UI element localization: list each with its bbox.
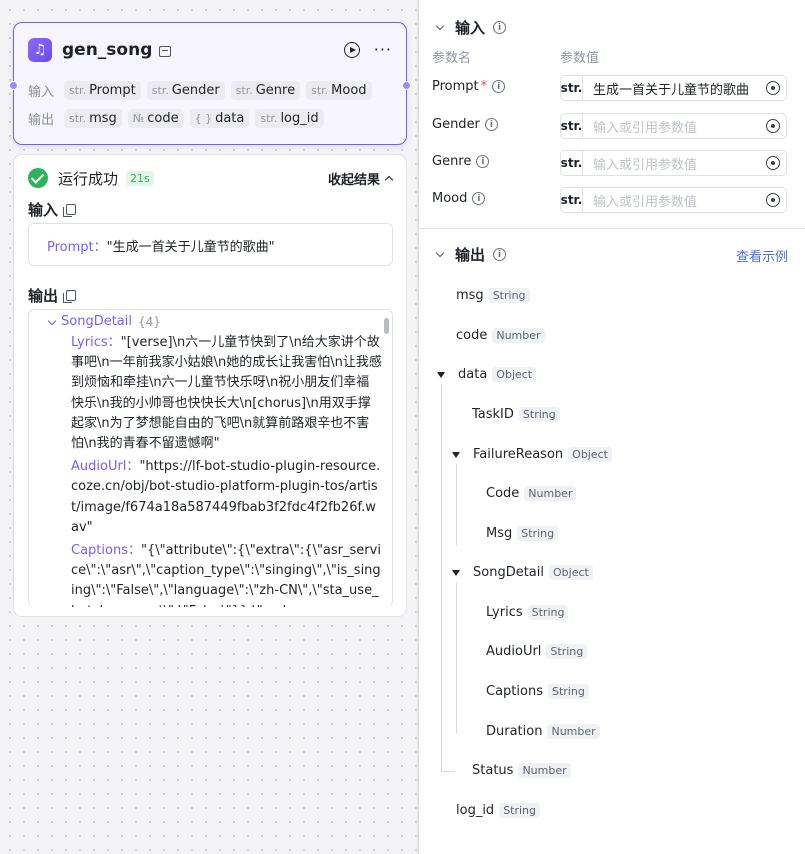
type-selector[interactable]: str.: [561, 76, 583, 100]
reference-variable-icon[interactable]: [766, 156, 780, 170]
json-item-audiourl: AudioUrl："https://lf-bot-studio-plugin-r…: [71, 459, 381, 535]
run-status-text: 运行成功: [58, 169, 119, 188]
node-header: ♫ gen_song ···: [28, 37, 392, 63]
param-label-genre: Genre i: [432, 154, 490, 169]
param-placeholder[interactable]: 输入或引用参数值: [583, 154, 766, 173]
output-chip-msg: str. msg: [64, 109, 122, 128]
col-header-name: 参数名: [432, 51, 472, 66]
info-icon[interactable]: i: [472, 192, 486, 205]
reference-variable-icon[interactable]: [766, 119, 780, 133]
output-scrollbar[interactable]: [384, 318, 389, 334]
output-item-audiourl: AudioUrl String: [486, 644, 588, 659]
node-title: gen_song: [62, 40, 153, 60]
result-output-title: 输出: [28, 285, 77, 306]
info-icon[interactable]: i: [493, 21, 507, 34]
collapse-result-button[interactable]: 收起结果: [328, 169, 394, 188]
caret-down-icon[interactable]: [452, 451, 460, 458]
result-input-title: 输入: [28, 199, 77, 220]
output-item-data[interactable]: data Object: [437, 367, 537, 382]
node-inputs-row: 输入 str. Prompt str. Gender str. Genre str. M…: [28, 81, 372, 100]
chevron-down-icon[interactable]: [435, 21, 445, 30]
output-chip-code: № code: [127, 109, 184, 128]
caret-down-icon[interactable]: [452, 569, 460, 576]
copy-input-icon[interactable]: [63, 204, 77, 217]
node-config-panel: 输入 i 参数名 参数值 Prompt * i str. 生成一首关于儿童节的歌曲…: [418, 0, 805, 854]
output-port[interactable]: [402, 81, 411, 90]
param-input-mood[interactable]: str. 输入或引用参数值: [560, 187, 787, 213]
output-item-status: Status Number: [472, 763, 571, 778]
json-item-lyrics: Lyrics："[verse]\n六一儿童节快到了\n给大家讲个故事吧\n一年前…: [71, 335, 382, 452]
result-output-box[interactable]: SongDetail {4} Lyrics："[verse]\n六一儿童节快到了…: [28, 309, 393, 607]
info-icon[interactable]: i: [484, 118, 498, 131]
input-chip-prompt: str. Prompt: [64, 81, 141, 100]
json-tree: SongDetail {4} Lyrics："[verse]\n六一儿童节快到了…: [29, 310, 382, 607]
output-item-msg: msg String: [456, 288, 530, 303]
output-item-duration: Duration Number: [486, 724, 600, 739]
info-icon[interactable]: i: [492, 80, 506, 93]
input-chip-mood: str. Mood: [306, 81, 372, 100]
tree-line: [456, 464, 457, 545]
param-label-gender: Gender i: [432, 117, 498, 132]
info-icon[interactable]: i: [493, 248, 507, 261]
reference-variable-icon[interactable]: [766, 81, 780, 95]
info-icon[interactable]: i: [476, 155, 490, 168]
type-selector[interactable]: str.: [561, 188, 583, 212]
plugin-badge-icon: [159, 45, 172, 57]
section-divider: [419, 228, 805, 229]
more-options-button[interactable]: ···: [374, 42, 392, 58]
output-item-log-id: log_id String: [456, 803, 541, 818]
inputs-label: 输入: [28, 85, 55, 100]
output-item-captions: Captions String: [486, 684, 589, 699]
input-chip-genre: str. Genre: [230, 81, 301, 100]
type-selector[interactable]: str.: [561, 151, 583, 175]
param-input-gender[interactable]: str. 输入或引用参数值: [560, 113, 787, 139]
chevron-down-icon[interactable]: [435, 248, 445, 257]
test-run-button[interactable]: [343, 42, 360, 58]
outputs-label: 输出: [28, 113, 55, 128]
col-header-value: 参数值: [560, 51, 600, 66]
output-item-lyrics: Lyrics String: [486, 605, 569, 620]
music-plugin-icon: ♫: [28, 38, 52, 62]
param-input-prompt[interactable]: str. 生成一首关于儿童节的歌曲: [560, 75, 787, 101]
json-root-node[interactable]: SongDetail {4}: [47, 312, 382, 332]
output-item-taskid: TaskID String: [472, 407, 560, 422]
output-section-header[interactable]: 输出 i: [435, 244, 507, 265]
run-duration-badge: 21s: [126, 170, 154, 186]
output-chip-log-id: str. log_id: [255, 109, 324, 128]
param-placeholder[interactable]: 输入或引用参数值: [583, 117, 766, 136]
caret-down-icon[interactable]: [47, 316, 57, 325]
result-header: 运行成功 21s 收起结果: [28, 167, 394, 189]
caret-down-icon[interactable]: [437, 371, 445, 378]
param-placeholder[interactable]: 输入或引用参数值: [583, 191, 766, 210]
param-input-genre[interactable]: str. 输入或引用参数值: [560, 150, 787, 176]
input-section-header[interactable]: 输入 i: [435, 17, 507, 38]
output-item-songdetail[interactable]: SongDetail Object: [452, 565, 593, 580]
output-item-failurereason[interactable]: FailureReason Object: [452, 447, 612, 462]
tree-line: [441, 771, 455, 772]
param-value[interactable]: 生成一首关于儿童节的歌曲: [583, 79, 766, 98]
output-chip-data: { } data: [189, 109, 250, 128]
type-selector[interactable]: str.: [561, 114, 583, 138]
view-example-link[interactable]: 查看示例: [736, 246, 788, 265]
tree-line: [441, 385, 442, 772]
param-label-mood: Mood i: [432, 191, 486, 206]
output-item-code: code Number: [456, 328, 545, 343]
chevron-up-icon: [384, 175, 394, 184]
json-item-captions: Captions："{\"attribute\":{\"extra\":{\"a…: [71, 543, 381, 607]
plugin-node-card[interactable]: ♫ gen_song ··· 输入 str. Prompt str. Gender …: [9, 22, 411, 145]
reference-variable-icon[interactable]: [766, 193, 780, 207]
workflow-canvas[interactable]: ♫ gen_song ··· 输入 str. Prompt str. Gender …: [0, 0, 418, 854]
output-item-code-sub: Code Number: [486, 486, 577, 501]
tree-line: [456, 583, 457, 733]
node-outputs-row: 输出 str. msg № code { } data str. log_id: [28, 109, 324, 128]
run-result-panel: 运行成功 21s 收起结果 输入 Prompt："生成一首关于儿童节的歌曲" 输…: [13, 154, 407, 617]
success-check-icon: [28, 168, 48, 188]
output-item-msg-sub: Msg String: [486, 526, 559, 541]
param-label-prompt: Prompt * i: [432, 79, 506, 94]
input-chip-gender: str. Gender: [146, 81, 225, 100]
copy-output-icon[interactable]: [63, 290, 77, 303]
result-input-box: Prompt："生成一首关于儿童节的歌曲": [28, 223, 393, 266]
input-port[interactable]: [9, 81, 18, 90]
